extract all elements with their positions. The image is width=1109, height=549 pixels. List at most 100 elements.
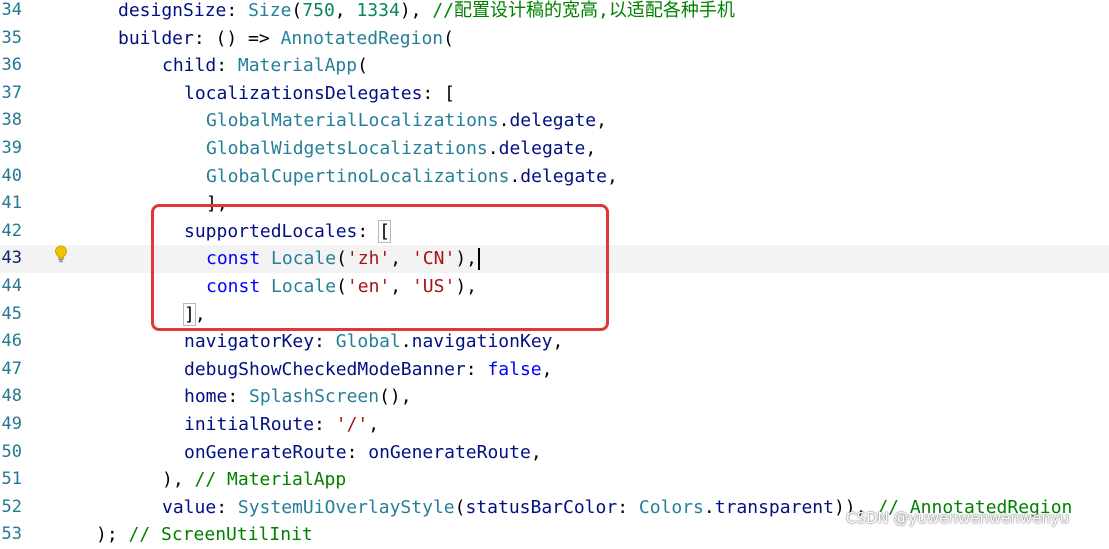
code-text: supportedLocales: [: [74, 218, 391, 246]
code-line[interactable]: 45],: [0, 301, 1109, 329]
code-text: child: MaterialApp(: [74, 52, 368, 80]
line-number: 44: [1, 276, 22, 296]
code-line[interactable]: 44 const Locale('en', 'US'),: [0, 273, 1109, 301]
code-token: GlobalCupertinoLocalizations: [206, 165, 510, 187]
code-line[interactable]: 43 const Locale('zh', 'CN'),: [0, 245, 1109, 273]
code-token: ),: [455, 276, 477, 297]
code-line[interactable]: 42 supportedLocales: [: [0, 218, 1109, 246]
code-editor[interactable]: 34 designSize: Size(750, 1334), //配置设计稿的宽…: [0, 0, 1109, 545]
code-token: designSize: [118, 0, 227, 21]
code-token: navigatorKey: [184, 331, 315, 353]
line-number: 50: [1, 441, 22, 462]
code-token: ,: [585, 138, 597, 159]
code-token: .: [487, 138, 499, 159]
code-token: :: [216, 55, 238, 77]
code-token: value: [162, 496, 217, 518]
code-token: .: [703, 496, 715, 518]
code-token: Colors: [638, 496, 704, 518]
line-number: 39: [1, 138, 22, 158]
code-line[interactable]: 35 builder: () => AnnotatedRegion(: [0, 25, 1109, 53]
code-line[interactable]: 51), // MaterialApp: [0, 466, 1109, 494]
code-token: ,: [552, 331, 564, 353]
line-number: 38: [1, 110, 22, 131]
code-token: ,: [596, 110, 607, 132]
code-text: localizationsDelegates: [: [74, 80, 455, 108]
text-cursor: [478, 248, 480, 271]
code-token: '/': [335, 414, 369, 435]
code-token: );: [96, 524, 129, 546]
code-token: GlobalMaterialLocalizations: [206, 110, 499, 132]
code-line[interactable]: 38 GlobalMaterialLocalizations.delegate,: [0, 107, 1109, 135]
code-line[interactable]: 36 child: MaterialApp(: [0, 52, 1109, 80]
code-token: ,: [368, 414, 380, 435]
code-token: false: [487, 358, 542, 380]
code-text: builder: () => AnnotatedRegion(: [74, 25, 454, 53]
code-token: ],: [206, 193, 228, 215]
code-line[interactable]: 49 initialRoute: '/',: [0, 411, 1109, 439]
code-token: AnnotatedRegion: [280, 27, 444, 49]
code-token: Global: [335, 331, 401, 353]
code-token: ),: [455, 248, 477, 270]
code-token: 'US': [411, 276, 456, 297]
code-token: [: [378, 219, 391, 243]
code-token: SystemUiOverlayStyle: [237, 496, 455, 518]
code-line[interactable]: 47 debugShowCheckedModeBanner: false,: [0, 356, 1109, 384]
code-token: Size: [248, 0, 292, 21]
code-token: ,: [541, 358, 553, 380]
code-text: ],: [74, 301, 206, 329]
code-token: ,: [606, 165, 618, 187]
line-number: 53: [1, 524, 22, 545]
code-line[interactable]: 46 navigatorKey: Global.navigationKey,: [0, 328, 1109, 356]
code-text: const Locale('zh', 'CN'),: [74, 245, 480, 273]
code-token: Locale: [271, 248, 337, 270]
line-number: 45: [1, 303, 22, 324]
code-token: (: [454, 496, 466, 518]
code-text: const Locale('en', 'US'),: [74, 273, 477, 301]
code-token: 750: [302, 0, 335, 21]
code-token: child: [162, 55, 217, 77]
code-line[interactable]: 40 GlobalCupertinoLocalizations.delegate,: [0, 163, 1109, 191]
code-token: debugShowCheckedModeBanner: [184, 358, 466, 380]
line-number: 36: [1, 55, 22, 76]
code-text: initialRoute: '/',: [74, 411, 379, 439]
watermark: CSDN @yuwenwenwenwenyu: [846, 509, 1070, 527]
code-token: initialRoute: [184, 414, 315, 435]
code-token: localizationsDelegates: [184, 82, 423, 104]
code-token: //配置设计稿的宽高,以适配各种手机: [432, 0, 735, 21]
code-token: onGenerateRoute: [368, 441, 531, 463]
code-token: GlobalWidgetsLocalizations: [206, 138, 488, 159]
code-token: statusBarColor: [465, 496, 618, 518]
code-text: ), // MaterialApp: [74, 466, 346, 494]
code-token: :: [346, 441, 369, 463]
code-line[interactable]: 50 onGenerateRoute: onGenerateRoute,: [0, 439, 1109, 467]
code-token: :: [314, 331, 336, 353]
code-line[interactable]: 48 home: SplashScreen(),: [0, 383, 1109, 411]
code-text: GlobalMaterialLocalizations.delegate,: [74, 107, 607, 135]
code-line[interactable]: 37 localizationsDelegates: [: [0, 80, 1109, 108]
code-text: designSize: Size(750, 1334), //配置设计稿的宽高,…: [74, 0, 735, 25]
code-text: ); // ScreenUtilInit: [74, 521, 313, 549]
code-token: delegate: [509, 110, 597, 132]
line-number: 52: [1, 496, 22, 517]
code-text: GlobalWidgetsLocalizations.delegate,: [74, 135, 596, 163]
lightbulb-icon[interactable]: [54, 245, 68, 263]
code-token: ),: [162, 469, 195, 491]
code-token: Locale: [271, 276, 337, 297]
code-line[interactable]: 34 designSize: Size(750, 1334), //配置设计稿的宽…: [0, 0, 1109, 25]
code-token: home: [184, 386, 228, 408]
code-token: ]: [183, 302, 196, 326]
code-token: :: [314, 414, 336, 435]
code-token: // ScreenUtilInit: [128, 524, 313, 546]
line-number: 41: [1, 193, 22, 214]
code-line[interactable]: 39 GlobalWidgetsLocalizations.delegate,: [0, 135, 1109, 163]
code-token: :: [357, 220, 380, 242]
code-token: ,: [530, 441, 542, 463]
code-token: navigationKey: [411, 331, 553, 353]
code-token: delegate: [520, 165, 607, 187]
code-line[interactable]: 41],: [0, 190, 1109, 218]
line-number: 37: [1, 82, 22, 103]
line-number: 46: [1, 331, 22, 352]
code-token: :: [226, 0, 249, 21]
